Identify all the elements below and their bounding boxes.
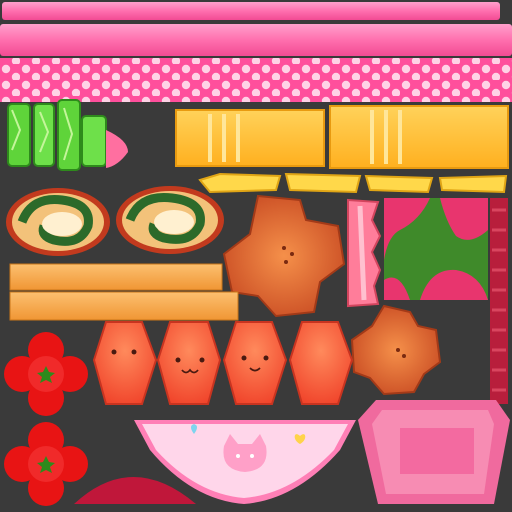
red-flower-tomato-top	[4, 332, 88, 416]
spinach-egg-roll-right	[116, 186, 224, 254]
corn-kernel-strips	[198, 172, 508, 194]
red-border-strip	[490, 198, 508, 404]
orange-pasta-bar-bottom	[9, 291, 239, 321]
pink-polka-dot-band	[0, 58, 512, 102]
octopus-sausage-plain	[92, 321, 158, 405]
fried-chicken-large	[222, 194, 346, 318]
red-flower-tomato-bottom	[4, 422, 88, 506]
spinach-egg-roll-left	[6, 188, 110, 256]
octopus-sausage-cat-face	[156, 321, 222, 405]
pink-fishcake-wedge	[106, 130, 128, 168]
orange-pasta-bar-top	[9, 263, 223, 291]
ham-slice-edge	[347, 198, 382, 308]
octopus-sausage-smile	[222, 321, 288, 405]
tamagoyaki-block-left	[175, 109, 325, 167]
pink-ribbon-bottom-strip	[0, 24, 512, 56]
red-rice-dome	[74, 477, 196, 504]
watermelon-pattern-patch	[384, 198, 488, 300]
tamagoyaki-block-right	[329, 105, 509, 169]
fried-chicken-small	[350, 304, 442, 396]
pink-ribbon-top-strip	[2, 2, 500, 20]
octopus-sausage-blank	[288, 321, 354, 405]
texture-atlas	[0, 2, 512, 506]
pink-lunchbox-tray	[358, 400, 510, 504]
green-cucumber-slices	[7, 99, 107, 171]
